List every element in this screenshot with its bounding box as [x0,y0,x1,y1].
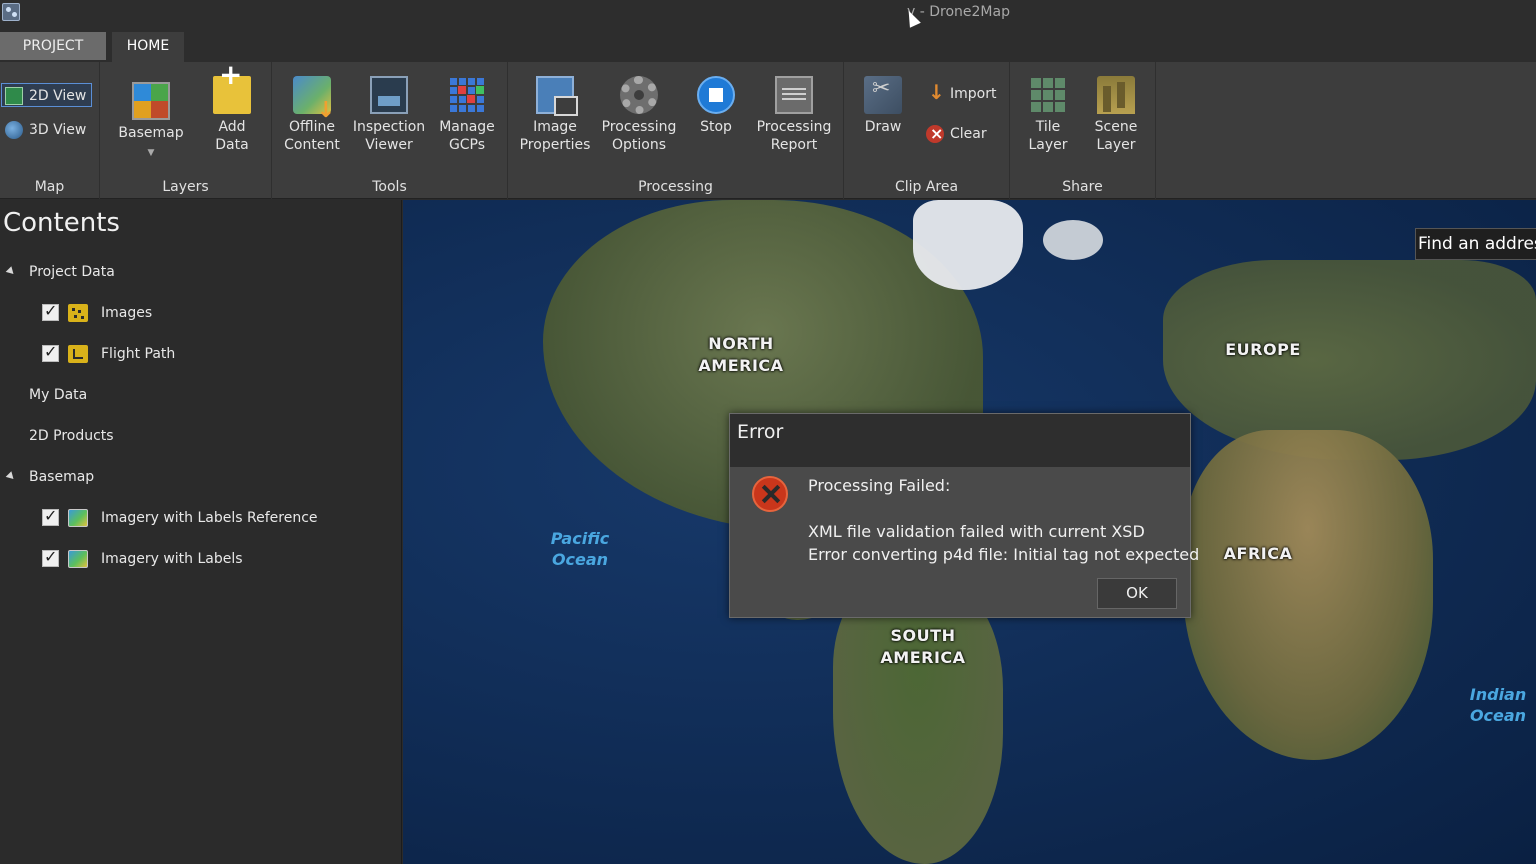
imagery-labels-reference-checkbox[interactable] [42,506,59,526]
group-label-processing: Processing [638,179,713,195]
add-data-button[interactable]: Add Data [204,66,260,154]
tree-project-data[interactable]: Project Data [29,261,115,283]
group-label-tools: Tools [372,179,407,195]
draw-button[interactable]: Draw [858,76,908,136]
tree-basemap[interactable]: Basemap [29,466,94,488]
tree-images[interactable]: Images [101,302,152,324]
processing-report-button[interactable]: Processing Report [754,76,834,154]
draw-scissors-icon [864,76,902,114]
imagery-labels-checkbox[interactable] [42,547,59,567]
tree-flight-path[interactable]: Flight Path [101,343,175,365]
label-pacific-ocean: Pacific Ocean [550,529,610,569]
view-2d-button[interactable]: 2D View [1,83,93,107]
group-layers: Basemap ▼ Add Data Layers [100,62,272,199]
tab-home[interactable]: HOME [112,32,184,62]
tile-layer-button[interactable]: Tile Layer [1022,76,1074,154]
error-message-line: Error converting p4d file: Initial tag n… [808,545,1200,564]
label-africa: AFRICA [1223,544,1293,563]
add-data-icon [213,66,251,114]
gear-icon [620,76,658,114]
manage-gcps-button[interactable]: Manage GCPs [434,76,500,154]
import-button[interactable]: Import [926,80,996,106]
group-tools: Offline Content Inspection Viewer Manage… [272,62,508,199]
tree-imagery-labels[interactable]: Imagery with Labels [101,548,243,570]
ribbon: 2D View 3D View Map Basemap ▼ Add Data L… [0,62,1536,199]
label-south-america: SOUTH AMERICA [880,626,966,667]
image-properties-button[interactable]: Image Properties [516,76,594,154]
clear-x-icon [926,122,944,146]
import-arrow-icon [926,80,945,104]
tab-project[interactable]: PROJECT [0,32,106,60]
collapse-triangle-icon[interactable] [5,471,17,482]
flight-path-checkbox[interactable] [42,342,59,362]
label-europe: EUROPE [1225,340,1301,359]
group-label-layers: Layers [162,179,209,195]
group-label-map: Map [34,179,65,195]
flight-path-layer-icon [68,345,88,363]
error-dialog: Error Processing Failed: XML file valida… [729,413,1199,618]
chevron-down-icon: ▼ [147,148,155,158]
landmass-iceland [1043,220,1103,260]
inspection-viewer-button[interactable]: Inspection Viewer [352,76,426,154]
tile-layer-icon [1029,76,1067,114]
basemap-icon [132,82,170,120]
stop-button[interactable]: Stop [692,76,740,136]
ok-button[interactable]: OK [1097,578,1177,609]
error-message-heading: Processing Failed: [808,476,951,495]
dialog-title: Error [737,421,784,443]
offline-content-button[interactable]: Offline Content [280,76,344,154]
basemap-button[interactable]: Basemap ▼ [118,82,184,162]
app-icon[interactable] [2,3,20,21]
images-layer-icon [68,304,88,322]
map-2d-icon [5,87,23,105]
dialog-header: Error [730,414,1190,467]
group-processing: Image Properties Processing Options Stop… [508,62,844,199]
contents-title: Contents [3,208,120,238]
group-label-share: Share [1062,179,1103,195]
offline-content-icon [293,76,335,120]
window-title: v - Drone2Map [907,4,1010,20]
inspection-viewer-icon [370,76,408,114]
globe-icon [5,121,23,139]
scene-layer-button[interactable]: Scene Layer [1088,76,1144,154]
group-map: 2D View 3D View Map [0,62,100,199]
tree-my-data[interactable]: My Data [29,384,87,406]
error-message-line: XML file validation failed with current … [808,522,1145,541]
imagery-layer-icon [68,509,88,527]
imagery-layer-icon [68,550,88,568]
report-icon [775,76,813,114]
view-3d-button[interactable]: 3D View [5,118,86,142]
contents-panel: Contents Project Data Images Flight Path… [0,200,402,864]
collapse-triangle-icon[interactable] [5,266,17,277]
label-north-america: NORTH AMERICA [698,334,784,375]
error-icon [752,476,788,512]
group-share: Tile Layer Scene Layer Share [1010,62,1156,199]
stop-icon [697,76,735,114]
group-label-clip-area: Clip Area [894,179,959,195]
tree-imagery-labels-reference[interactable]: Imagery with Labels Reference [101,507,318,529]
find-address-input[interactable]: Find an address [1415,228,1536,260]
clear-button[interactable]: Clear [926,122,987,146]
processing-options-button[interactable]: Processing Options [600,76,678,154]
images-checkbox[interactable] [42,301,59,321]
label-indian-ocean: Indian Ocean [1469,685,1527,725]
image-properties-icon [536,76,578,116]
tree-2d-products[interactable]: 2D Products [29,425,114,447]
group-clip-area: Draw Import Clear Clip Area [844,62,1010,199]
title-bar: v - Drone2Map [0,0,1536,30]
gcps-grid-icon [448,76,486,114]
scene-layer-icon [1097,76,1135,114]
